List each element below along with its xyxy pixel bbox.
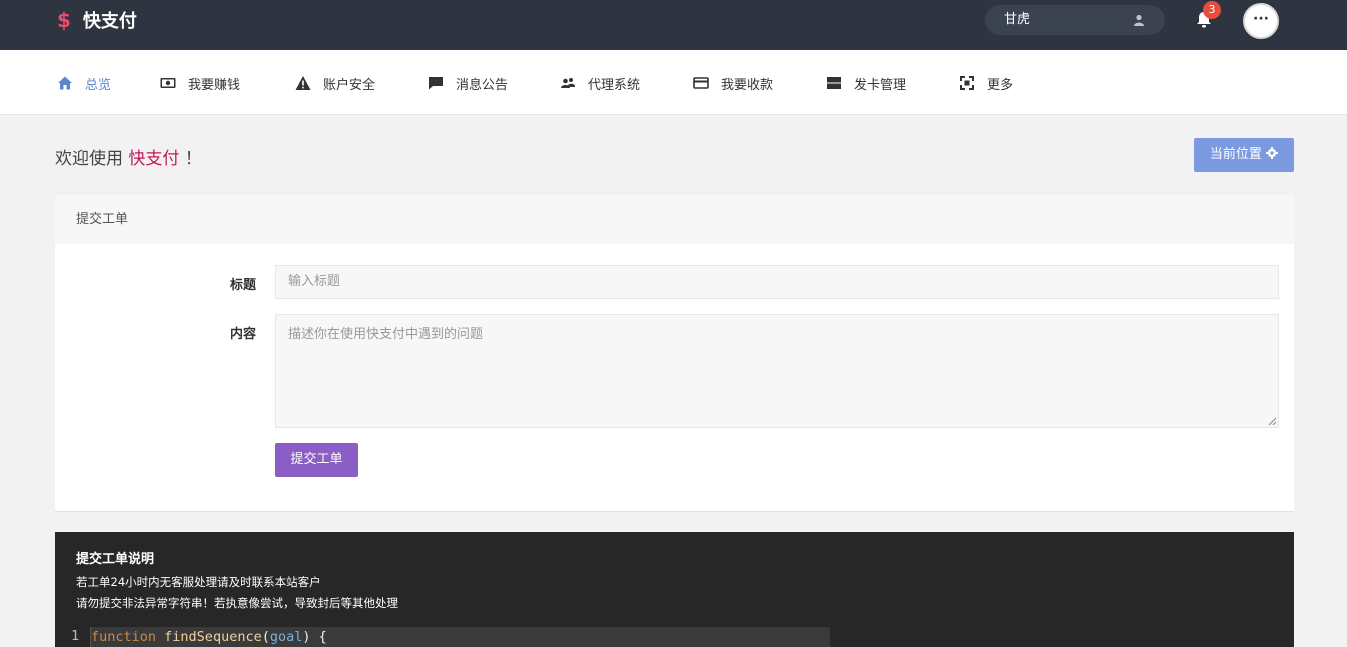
nav-label: 消息公告 [456, 77, 509, 93]
resize-grip-icon[interactable] [1268, 417, 1276, 425]
panel-title: 提交工单 [55, 195, 1294, 244]
ticket-panel: 提交工单 标题 输入标题 内容 描述你在使用快支付中遇到的问题 提交工单 [55, 195, 1294, 512]
welcome-heading: 欢迎使用 快支付 ！ [55, 144, 202, 169]
nav-label: 发卡管理 [854, 77, 907, 93]
code-close: ) { [302, 629, 327, 645]
nav-item-overview[interactable]: 总览 [57, 74, 112, 93]
warning-icon [295, 76, 311, 90]
code-line-number: 1 [71, 628, 80, 644]
content-textarea[interactable]: 描述你在使用快支付中遇到的问题 [275, 314, 1279, 428]
nav-label: 账户安全 [323, 77, 376, 93]
users-icon [561, 78, 575, 88]
dollar-icon: $ [57, 8, 71, 32]
nav-label: 总览 [85, 77, 112, 93]
title-input[interactable]: 输入标题 [275, 265, 1279, 299]
instructions-title: 提交工单说明 [76, 552, 155, 567]
top-bar: $ 快支付 甘虎 3 ··· [0, 0, 1347, 50]
instructions-line: 若工单24小时内无客服处理请及时联系本站客户 [76, 575, 321, 589]
welcome-brand: 快支付 [128, 149, 180, 169]
instructions-line: 请勿提交非法异常字符串！若执意像尝试，导致封后等其他处理 [76, 596, 398, 610]
user-icon [1134, 14, 1144, 26]
message-icon [429, 77, 443, 90]
welcome-prefix: 欢迎使用 [55, 149, 123, 169]
username: 甘虎 [1004, 12, 1031, 27]
nav-item-messages[interactable]: 消息公告 [428, 74, 509, 93]
logo[interactable]: $ 快支付 [57, 7, 137, 33]
nav-item-agent[interactable]: 代理系统 [560, 74, 641, 93]
nav-item-cards[interactable]: 发卡管理 [826, 74, 907, 93]
code-open-paren: ( [261, 629, 270, 645]
nav-label: 代理系统 [588, 77, 641, 93]
code-function-name: findSequence [164, 629, 262, 645]
code-keyword: function [91, 629, 157, 645]
more-menu-button[interactable]: ··· [1243, 3, 1279, 39]
welcome-suffix: ！ [184, 149, 202, 169]
main-nav: 总览 我要赚钱 账户安全 消息公告 代理系统 我要收款 发卡管理 更多 [0, 50, 1347, 115]
content-placeholder: 描述你在使用快支付中遇到的问题 [288, 327, 484, 342]
content-label: 内容 [229, 327, 256, 342]
logo-text: 快支付 [82, 11, 137, 32]
instructions-box: 提交工单说明 若工单24小时内无客服处理请及时联系本站客户 请勿提交非法异常字符… [55, 532, 1294, 647]
nav-label: 更多 [987, 77, 1014, 93]
nav-label: 我要赚钱 [188, 77, 241, 93]
nav-item-more[interactable]: 更多 [959, 74, 1014, 93]
expand-icon [960, 76, 974, 90]
nav-item-security[interactable]: 账户安全 [295, 74, 376, 93]
submit-ticket-button[interactable]: 提交工单 [275, 443, 358, 477]
current-position-button[interactable]: 当前位置 [1194, 138, 1294, 172]
title-placeholder: 输入标题 [288, 274, 341, 289]
title-label: 标题 [229, 278, 256, 293]
home-icon [58, 76, 72, 90]
nav-item-earn[interactable]: 我要赚钱 [160, 74, 241, 93]
server-icon [827, 77, 841, 89]
nav-item-collect[interactable]: 我要收款 [693, 74, 774, 93]
position-label: 当前位置 [1209, 147, 1262, 162]
code-argument: goal [269, 629, 303, 645]
money-icon [160, 78, 176, 88]
gear-icon [1266, 147, 1279, 159]
card-icon [693, 77, 709, 89]
notification-badge: 3 [1203, 1, 1221, 19]
nav-label: 我要收款 [721, 77, 774, 93]
code-block: 1 function findSequence(goal) { [55, 627, 830, 647]
code-line: function findSequence(goal) { [90, 627, 830, 647]
user-menu[interactable]: 甘虎 [985, 5, 1165, 35]
